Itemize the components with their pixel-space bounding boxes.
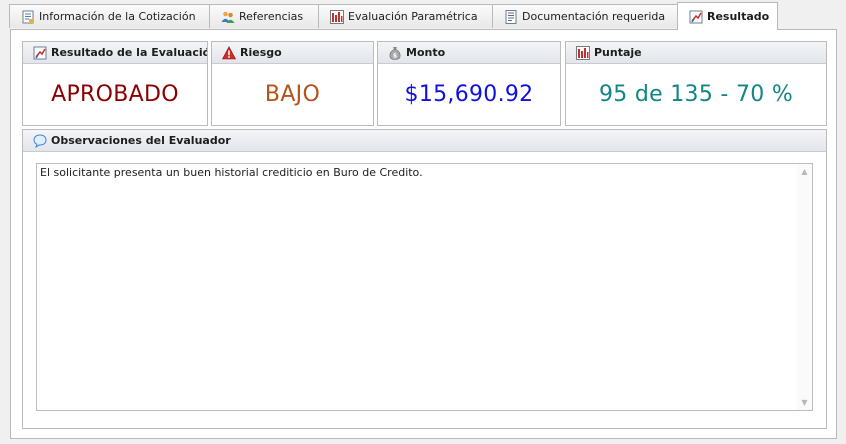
document-icon: [505, 9, 517, 24]
risk-card: Riesgo BAJO: [211, 41, 374, 126]
svg-text:$: $: [393, 52, 397, 59]
vertical-scrollbar[interactable]: ▲ ▼: [797, 164, 812, 410]
money-bag-icon: $: [389, 46, 401, 60]
scroll-down-icon[interactable]: ▼: [797, 395, 812, 410]
risk-value: BAJO: [264, 81, 321, 107]
evaluation-result-card: Resultado de la Evaluació APROBADO: [22, 41, 208, 126]
evaluation-icon: [33, 46, 47, 59]
tab-label: Evaluación Paramétrica: [348, 10, 478, 23]
card-header: Resultado de la Evaluació: [23, 42, 207, 64]
evaluation-icon: [689, 10, 703, 23]
score-value: 95 de 135 - 70 %: [598, 81, 794, 107]
speech-bubble-icon: [33, 133, 47, 148]
observations-textarea[interactable]: El solicitante presenta un buen historia…: [36, 163, 813, 411]
evaluation-result-value: APROBADO: [51, 81, 179, 107]
tab-bar: Información de la Cotización Referencias…: [0, 0, 846, 30]
result-panel: Resultado de la Evaluació APROBADO Riesg…: [10, 29, 837, 439]
card-header: Observaciones del Evaluador: [23, 130, 826, 152]
amount-card: $ Monto $15,690.92: [377, 41, 561, 126]
card-header: $ Monto: [378, 42, 560, 64]
tab-referencias[interactable]: Referencias: [209, 4, 319, 28]
score-card: Puntaje 95 de 135 - 70 %: [565, 41, 827, 126]
tab-label: Información de la Cotización: [39, 10, 196, 23]
amount-value: $15,690.92: [404, 81, 534, 107]
warning-icon: [222, 45, 236, 59]
tab-evaluacion-parametrica[interactable]: Evaluación Paramétrica: [318, 4, 493, 28]
bar-chart-icon: [330, 9, 344, 24]
tab-label: Referencias: [239, 10, 304, 23]
tab-label: Resultado: [707, 10, 770, 23]
form-icon: [22, 10, 34, 23]
tab-documentacion-requerida[interactable]: Documentación requerida: [492, 4, 678, 28]
card-title: Puntaje: [594, 46, 642, 59]
card-header: Puntaje: [566, 42, 826, 64]
card-header: Riesgo: [212, 42, 373, 64]
observations-text: El solicitante presenta un buen historia…: [40, 166, 423, 179]
scroll-up-icon[interactable]: ▲: [797, 164, 812, 179]
evaluator-observations-panel: Observaciones del Evaluador El solicitan…: [22, 129, 827, 429]
card-title: Riesgo: [240, 46, 282, 59]
card-title: Resultado de la Evaluació: [51, 46, 207, 59]
card-title: Monto: [406, 46, 446, 59]
tab-informacion-cotizacion[interactable]: Información de la Cotización: [9, 4, 210, 28]
bar-chart-icon: [576, 45, 590, 60]
tab-label: Documentación requerida: [522, 10, 666, 23]
people-icon: [221, 11, 235, 23]
card-title: Observaciones del Evaluador: [51, 134, 231, 147]
tab-resultado[interactable]: Resultado: [677, 2, 778, 30]
